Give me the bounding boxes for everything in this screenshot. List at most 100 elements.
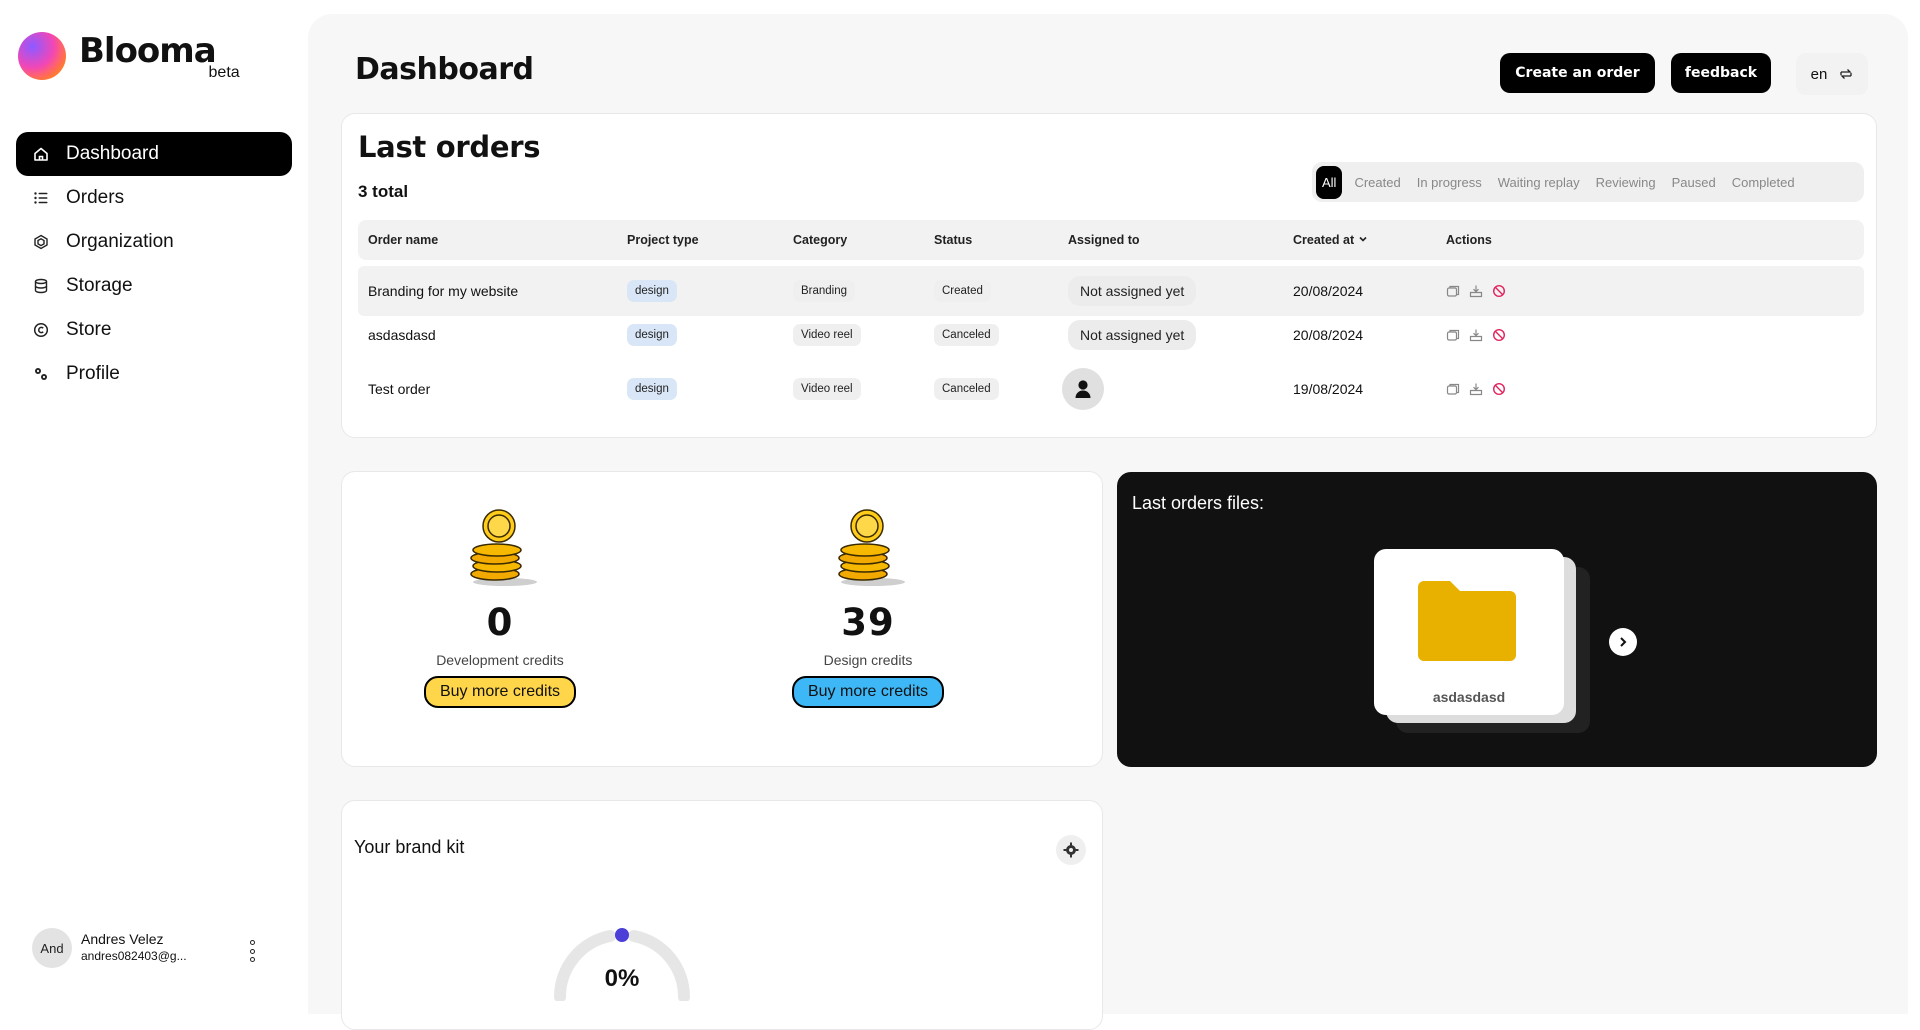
organization-icon bbox=[32, 233, 50, 251]
column-project-type[interactable]: Project type bbox=[627, 233, 699, 247]
status-badge: Created bbox=[934, 280, 991, 302]
sidebar-item-organization[interactable]: Organization bbox=[16, 220, 292, 264]
status-badge: Canceled bbox=[934, 378, 999, 400]
row-actions bbox=[1446, 284, 1515, 298]
table-header: Order name Project type Category Status … bbox=[358, 220, 1864, 260]
order-name[interactable]: asdasdasd bbox=[368, 327, 436, 343]
folder-card[interactable]: asdasdasd bbox=[1374, 549, 1564, 715]
buy-development-credits-button[interactable]: Buy more credits bbox=[423, 676, 577, 708]
tab-all[interactable]: All bbox=[1316, 165, 1343, 199]
user-email: andres082403@g... bbox=[81, 949, 187, 963]
assigned-badge: Not assigned yet bbox=[1068, 320, 1197, 350]
sidebar: Blooma beta Dashboard Orders Organizatio… bbox=[0, 0, 308, 992]
table-row[interactable]: Branding for my website design Branding … bbox=[358, 266, 1864, 316]
create-order-button[interactable]: Create an order bbox=[1500, 53, 1655, 93]
next-arrow-button[interactable] bbox=[1609, 628, 1637, 656]
brand-kit-card: Your brand kit 0% bbox=[341, 800, 1103, 1030]
chevron-down-icon bbox=[1359, 236, 1367, 242]
column-status[interactable]: Status bbox=[934, 233, 972, 247]
page-title: Dashboard bbox=[355, 52, 534, 87]
download-icon[interactable] bbox=[1469, 382, 1483, 396]
buy-design-credits-button[interactable]: Buy more credits bbox=[791, 676, 945, 708]
feedback-button[interactable]: feedback bbox=[1671, 53, 1771, 93]
tab-completed[interactable]: Completed bbox=[1732, 175, 1795, 190]
tab-reviewing[interactable]: Reviewing bbox=[1596, 175, 1656, 190]
chevron-right-icon bbox=[1620, 637, 1627, 647]
created-date: 20/08/2024 bbox=[1293, 327, 1364, 343]
sidebar-nav: Dashboard Orders Organization Storage St… bbox=[16, 132, 292, 396]
orders-total: 3 total bbox=[358, 182, 409, 201]
progress-label: 0% bbox=[604, 965, 640, 992]
brand-kit-settings-button[interactable] bbox=[1056, 835, 1086, 865]
user-menu-icon[interactable] bbox=[246, 940, 258, 962]
table-row[interactable]: asdasdasd design Video reel Canceled Not… bbox=[358, 310, 1864, 360]
copyright-icon bbox=[32, 321, 50, 339]
list-icon bbox=[32, 189, 50, 207]
user-avatar-icon bbox=[1062, 368, 1104, 410]
table-row[interactable]: Test order design Video reel Canceled 19… bbox=[358, 364, 1864, 414]
assignee[interactable] bbox=[1062, 368, 1104, 410]
tab-paused[interactable]: Paused bbox=[1672, 175, 1716, 190]
sidebar-item-label: Store bbox=[66, 319, 112, 340]
project-type-badge: design bbox=[627, 378, 677, 400]
created-date: 19/08/2024 bbox=[1293, 381, 1364, 397]
progress-marker bbox=[615, 928, 629, 942]
duplicate-icon[interactable] bbox=[1446, 328, 1460, 342]
language-label: en bbox=[1810, 65, 1828, 83]
order-name[interactable]: Branding for my website bbox=[368, 283, 518, 299]
project-type-badge: design bbox=[627, 324, 677, 346]
row-actions bbox=[1446, 328, 1515, 342]
cancel-icon[interactable] bbox=[1492, 284, 1506, 298]
order-name[interactable]: Test order bbox=[368, 381, 430, 397]
language-switcher[interactable]: en bbox=[1796, 53, 1868, 95]
tab-waiting-replay[interactable]: Waiting replay bbox=[1498, 175, 1580, 190]
cancel-icon[interactable] bbox=[1492, 328, 1506, 342]
logo-orb-icon bbox=[18, 32, 66, 80]
download-icon[interactable] bbox=[1469, 328, 1483, 342]
credits-card: 0 Development credits Buy more credits 3… bbox=[341, 471, 1103, 767]
sidebar-item-label: Organization bbox=[66, 231, 174, 252]
tab-in-progress[interactable]: In progress bbox=[1417, 175, 1482, 190]
app-tag: beta bbox=[208, 64, 240, 81]
credit-value: 39 bbox=[841, 601, 895, 644]
folder-icon bbox=[1418, 581, 1516, 661]
credit-label: Design credits bbox=[823, 652, 913, 668]
credit-label: Development credits bbox=[436, 652, 564, 668]
tab-created[interactable]: Created bbox=[1354, 175, 1400, 190]
sidebar-item-label: Storage bbox=[66, 275, 133, 296]
last-orders-card: Last orders 3 total All Created In progr… bbox=[341, 113, 1877, 438]
status-badge: Canceled bbox=[934, 324, 999, 346]
app-logo[interactable]: Blooma beta bbox=[18, 32, 240, 81]
cancel-icon[interactable] bbox=[1492, 382, 1506, 396]
user-profile[interactable]: And Andres Velez andres082403@g... bbox=[32, 928, 187, 968]
sidebar-item-profile[interactable]: Profile bbox=[16, 352, 292, 396]
orders-title: Last orders bbox=[358, 130, 541, 164]
assigned-badge: Not assigned yet bbox=[1068, 276, 1197, 306]
sidebar-item-store[interactable]: Store bbox=[16, 308, 292, 352]
sidebar-item-dashboard[interactable]: Dashboard bbox=[16, 132, 292, 176]
avatar: And bbox=[32, 928, 72, 968]
coin-stack-icon bbox=[838, 509, 905, 586]
column-created-at[interactable]: Created at bbox=[1293, 233, 1368, 247]
sidebar-item-label: Profile bbox=[66, 363, 120, 384]
last-orders-files-card: Last orders files: asdasdasd bbox=[1117, 472, 1877, 767]
user-name: Andres Velez bbox=[81, 931, 164, 947]
folder-name: asdasdasd bbox=[1432, 689, 1506, 705]
category-badge: Branding bbox=[793, 280, 856, 302]
sidebar-item-storage[interactable]: Storage bbox=[16, 264, 292, 308]
row-actions bbox=[1446, 382, 1515, 396]
brand-kit-title: Your brand kit bbox=[354, 837, 465, 857]
brand-kit-progress: 0% bbox=[552, 901, 692, 1006]
home-icon bbox=[32, 145, 50, 163]
column-order-name[interactable]: Order name bbox=[368, 233, 438, 247]
main-content: Dashboard Create an order feedback en La… bbox=[308, 14, 1908, 1030]
download-icon[interactable] bbox=[1469, 284, 1483, 298]
column-category[interactable]: Category bbox=[793, 233, 847, 247]
column-assigned-to[interactable]: Assigned to bbox=[1068, 233, 1140, 247]
duplicate-icon[interactable] bbox=[1446, 284, 1460, 298]
sidebar-item-label: Dashboard bbox=[66, 143, 159, 164]
sidebar-item-orders[interactable]: Orders bbox=[16, 176, 292, 220]
duplicate-icon[interactable] bbox=[1446, 382, 1460, 396]
credit-value: 0 bbox=[486, 601, 514, 644]
coin-stack-icon bbox=[470, 509, 537, 586]
